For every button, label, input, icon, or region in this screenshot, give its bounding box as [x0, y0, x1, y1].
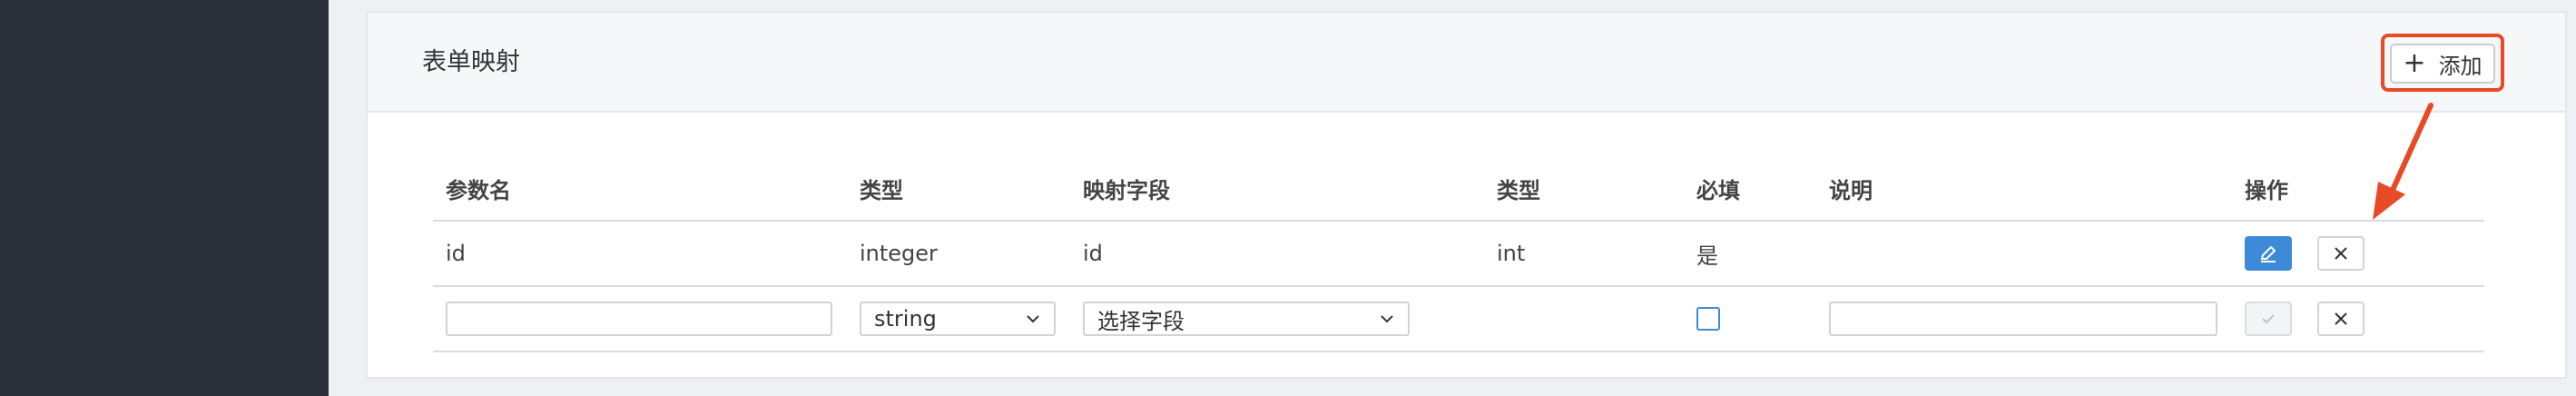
form-mapping-card: 表单映射 + 添加 参数名 类型 映射字段 类型 必填 说明 操作 id int…: [366, 11, 2567, 379]
type-select-value: string: [874, 306, 937, 332]
mapped-field-select[interactable]: 选择字段: [1083, 302, 1410, 336]
mapped-field-select-value: 选择字段: [1097, 308, 1185, 334]
col-header-description: 说明: [1816, 156, 2232, 222]
cell-mapped-field-select: 选择字段: [1070, 286, 1484, 352]
col-header-mapped-field: 映射字段: [1070, 156, 1484, 222]
col-header-type: 类型: [847, 156, 1070, 222]
annotation-arrow-icon: [2373, 103, 2433, 220]
mapping-table: 参数名 类型 映射字段 类型 必填 说明 操作 id integer id in…: [433, 156, 2484, 352]
description-input[interactable]: [1829, 302, 2217, 336]
annotation-highlight-box: [2381, 34, 2504, 92]
close-icon: [2334, 312, 2347, 325]
close-icon: [2334, 247, 2347, 260]
col-header-param-name: 参数名: [433, 156, 847, 222]
col-header-mapped-type: 类型: [1484, 156, 1684, 222]
edit-button[interactable]: [2245, 236, 2292, 271]
cell-description: [1816, 221, 2232, 287]
cell-mapped-field: id: [1070, 221, 1484, 287]
cell-actions: [2232, 221, 2484, 287]
cell-param-name: id: [433, 221, 847, 287]
cancel-button[interactable]: [2316, 302, 2365, 336]
section-title: 表单映射: [422, 48, 520, 76]
delete-button[interactable]: [2316, 236, 2365, 271]
required-checkbox[interactable]: [1696, 307, 1720, 331]
cell-type: integer: [847, 221, 1070, 287]
edit-row: string 选择字段: [433, 286, 2484, 352]
col-header-required: 必填: [1684, 156, 1816, 222]
chevron-down-icon: [1027, 315, 1039, 323]
pencil-icon: [2260, 245, 2276, 262]
check-icon: [2262, 314, 2275, 324]
cell-type-select: string: [847, 286, 1070, 352]
cell-param-name-input: [433, 286, 847, 352]
cell-edit-actions: [2232, 286, 2484, 352]
cell-mapped-type-empty: [1484, 286, 1684, 352]
cell-required-checkbox: [1684, 286, 1816, 352]
type-select[interactable]: string: [860, 302, 1056, 336]
param-name-input[interactable]: [446, 302, 832, 336]
chevron-down-icon: [1381, 315, 1393, 323]
table-row: id integer id int 是: [433, 221, 2484, 287]
confirm-button[interactable]: [2245, 302, 2292, 336]
cell-required: 是: [1684, 221, 1816, 287]
cell-mapped-type: int: [1484, 221, 1684, 287]
table-header-row: 参数名 类型 映射字段 类型 必填 说明 操作: [433, 156, 2484, 222]
cell-description-input: [1816, 286, 2232, 352]
sidebar: [0, 0, 329, 396]
card-header: 表单映射 + 添加: [368, 13, 2565, 113]
